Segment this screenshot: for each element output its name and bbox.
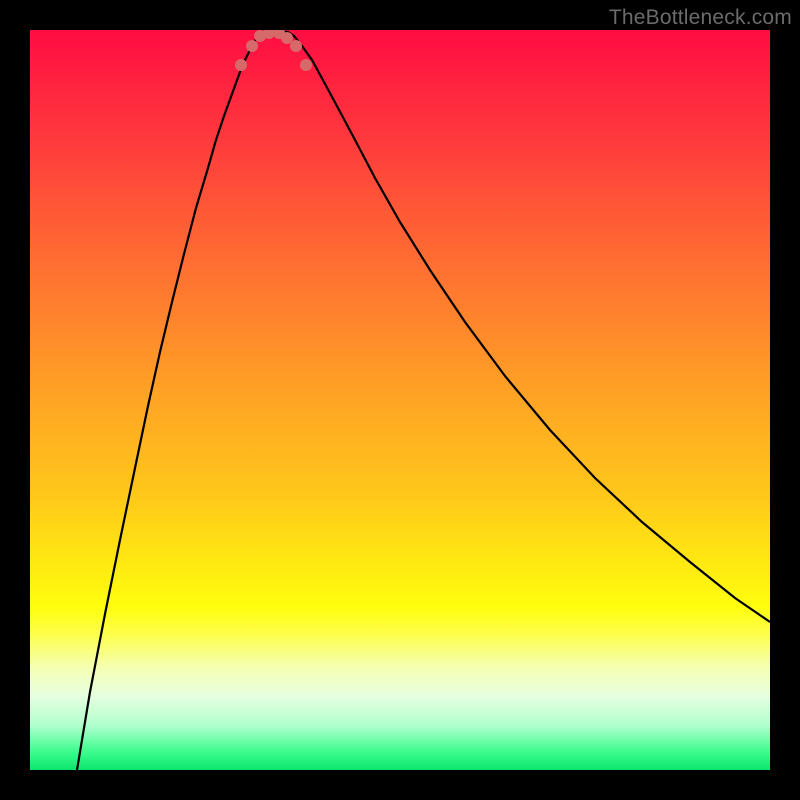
watermark-text: TheBottleneck.com [609,6,792,30]
chart-plot-area [30,30,770,770]
trough-marker [246,40,258,52]
trough-markers [235,30,312,71]
trough-marker [300,59,312,71]
bottleneck-curve [30,30,770,770]
trough-marker [281,32,293,44]
trough-marker [235,59,247,71]
curve-path [77,31,770,771]
trough-marker [290,40,302,52]
